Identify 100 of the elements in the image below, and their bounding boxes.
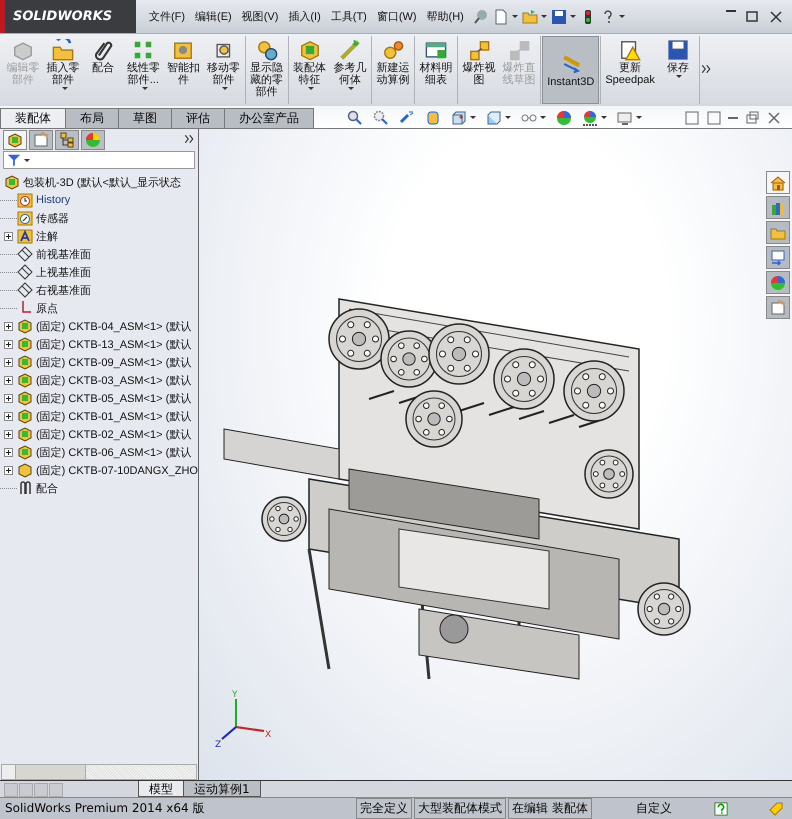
task-pane-tab[interactable] xyxy=(766,246,790,269)
expand-toggle[interactable] xyxy=(4,232,13,240)
tree-item[interactable]: (固定) CKTB-05_ASM<1> (默认 xyxy=(36,390,192,406)
assembly-icon xyxy=(17,408,33,424)
task-pane-tab[interactable] xyxy=(766,171,790,194)
tree-item[interactable]: 传感器 xyxy=(36,210,69,226)
view-tool-button[interactable] xyxy=(521,114,546,122)
task-pane-tab[interactable] xyxy=(766,271,790,294)
folder-icon xyxy=(522,8,538,24)
tree-item[interactable]: 注解 xyxy=(36,228,58,244)
command-button[interactable]: 智能扣件 xyxy=(163,36,204,104)
tree-item[interactable]: 右视基准面 xyxy=(36,282,91,298)
view-tool-button[interactable] xyxy=(425,110,441,126)
view-tool-button[interactable] xyxy=(617,110,642,126)
menu-item[interactable]: 文件(F) xyxy=(144,9,190,24)
property-sheet-icon xyxy=(33,132,49,148)
command-button[interactable]: Instant3D xyxy=(542,36,600,104)
menu-item[interactable]: 视图(V) xyxy=(236,9,284,24)
expand-toggle[interactable] xyxy=(4,448,13,456)
expand-toggle[interactable] xyxy=(4,376,13,384)
monitor-icon xyxy=(617,110,633,126)
command-button[interactable]: 参考几何体 xyxy=(330,36,370,104)
color-ball-icon xyxy=(556,110,572,126)
tree-item[interactable]: (固定) CKTB-07-10DANGX_ZHO xyxy=(36,462,198,478)
expand-toggle[interactable] xyxy=(4,466,13,474)
view-tool-button[interactable] xyxy=(486,110,511,126)
command-button[interactable]: 保存 xyxy=(658,36,698,104)
part-icon xyxy=(17,462,33,478)
command-tab[interactable]: 装配体 xyxy=(0,108,66,128)
menu-item[interactable]: 帮助(H) xyxy=(422,9,469,24)
tree-item[interactable]: (固定) CKTB-03_ASM<1> (默认 xyxy=(36,372,192,388)
menu-item[interactable]: 编辑(E) xyxy=(190,9,237,24)
bottom-tab[interactable]: 模型 xyxy=(138,781,184,797)
tree-item[interactable]: (固定) CKTB-09_ASM<1> (默认 xyxy=(36,354,192,370)
expand-toggle[interactable] xyxy=(4,340,13,348)
tree-item[interactable]: 包装机-3D (默认<默认_显示状态 xyxy=(23,174,181,190)
gauge-icon xyxy=(17,210,33,226)
expand-toggle[interactable] xyxy=(4,394,13,402)
command-button[interactable]: 移动零部件 xyxy=(203,36,244,104)
expand-toggle[interactable] xyxy=(4,430,13,438)
panel-tab[interactable] xyxy=(29,130,53,150)
configuration-icon xyxy=(59,132,75,148)
quick-access-button[interactable] xyxy=(550,8,576,24)
command-button[interactable]: 新建运动算例 xyxy=(372,36,413,104)
tree-item[interactable]: 配合 xyxy=(36,480,58,496)
task-pane-tab[interactable] xyxy=(766,196,790,219)
command-tab[interactable]: 办公室产品 xyxy=(224,108,314,128)
pattern-icon xyxy=(132,39,154,61)
command-button[interactable]: 显示隐藏的零部件 xyxy=(246,36,287,104)
paperclip-icon xyxy=(92,39,114,61)
menu-item[interactable]: 窗口(W) xyxy=(372,9,422,24)
tag-icon xyxy=(768,800,784,816)
panel-tab[interactable] xyxy=(3,130,27,150)
insert-part-icon xyxy=(52,39,74,61)
tree-item[interactable]: History xyxy=(36,194,70,206)
command-tab[interactable]: 布局 xyxy=(65,108,119,128)
command-button[interactable]: 装配体特征 xyxy=(290,36,330,104)
tree-item[interactable]: (固定) CKTB-02_ASM<1> (默认 xyxy=(36,426,192,442)
chevron-icon xyxy=(700,63,712,75)
command-button[interactable]: 材料明细表 xyxy=(416,36,456,104)
view-tool-button[interactable] xyxy=(373,110,389,126)
command-tab[interactable]: 评估 xyxy=(171,108,225,128)
expand-toggle[interactable] xyxy=(4,412,13,420)
restore-icon xyxy=(744,110,760,126)
tree-item[interactable]: (固定) CKTB-13_ASM<1> (默认 xyxy=(36,336,192,352)
view-tool-button[interactable] xyxy=(451,110,476,126)
tree-item[interactable]: 原点 xyxy=(36,300,58,316)
tree-item[interactable]: 上视基准面 xyxy=(36,264,91,280)
quick-access-button[interactable] xyxy=(492,8,518,24)
expand-toggle[interactable] xyxy=(4,358,13,366)
color-ball-icon xyxy=(85,132,101,148)
status-field: 大型装配体模式 xyxy=(414,798,506,819)
view-tool-button[interactable] xyxy=(399,110,415,126)
command-button[interactable]: 线性零部件... xyxy=(123,36,164,104)
command-button[interactable]: 插入零部件 xyxy=(43,36,84,104)
scrollbar[interactable] xyxy=(1,764,197,780)
tree-item[interactable]: (固定) CKTB-01_ASM<1> (默认 xyxy=(36,408,192,424)
bottom-tab[interactable]: 运动算例1 xyxy=(183,781,261,797)
tree-item[interactable]: (固定) CKTB-06_ASM<1> (默认 xyxy=(36,444,192,460)
command-tab[interactable]: 草图 xyxy=(118,108,172,128)
menu-item[interactable]: 插入(I) xyxy=(283,9,326,24)
tree-item[interactable]: (固定) CKTB-04_ASM<1> (默认 xyxy=(36,318,192,334)
task-pane-tab[interactable] xyxy=(766,296,790,319)
show-parts-icon xyxy=(256,39,278,61)
property-sheet-icon xyxy=(770,300,786,316)
command-button[interactable]: 爆炸视图 xyxy=(459,36,500,104)
units-selector[interactable]: 自定义 xyxy=(594,800,714,817)
assembly-icon xyxy=(17,318,33,334)
command-button[interactable]: 更新 Speedpak xyxy=(602,36,658,104)
menu-item[interactable]: 工具(T) xyxy=(326,9,372,24)
view-tool-button[interactable] xyxy=(347,110,363,126)
tree-item[interactable]: 前视基准面 xyxy=(36,246,91,262)
reference-geometry-icon xyxy=(338,39,361,61)
filter-field[interactable] xyxy=(3,151,195,169)
command-button[interactable]: 配合 xyxy=(83,36,124,104)
zoom-icon xyxy=(347,110,363,126)
expand-toggle[interactable] xyxy=(4,322,13,330)
panel-tab[interactable] xyxy=(55,130,79,150)
view-tool-button[interactable] xyxy=(582,110,607,126)
status-field: 完全定义 xyxy=(356,798,412,819)
